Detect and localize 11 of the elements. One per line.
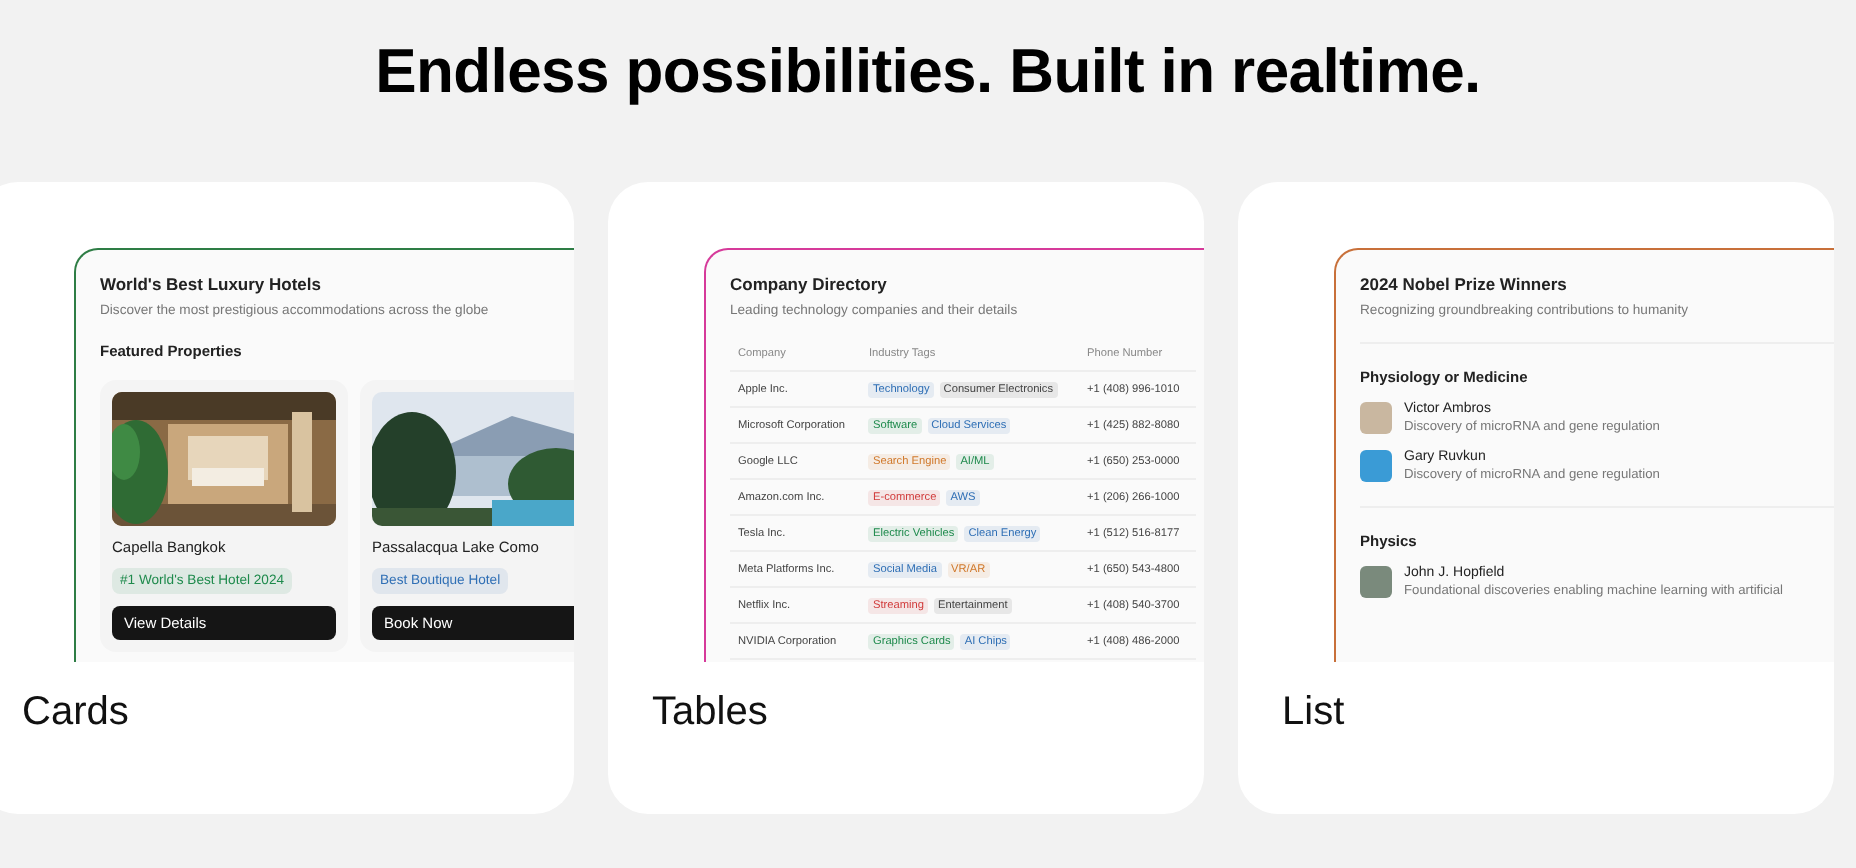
panel-title: World's Best Luxury Hotels (100, 274, 323, 294)
card-label: Tables (652, 690, 770, 736)
showcase-card[interactable] (0, 182, 574, 814)
page-heading: Endless possibilities. Built in realtime. (373, 36, 1483, 108)
avatar-icon (1360, 450, 1392, 482)
avatar-icon (1360, 402, 1392, 434)
panel-title: Company Directory (730, 274, 889, 294)
avatar-icon (1360, 566, 1392, 598)
card-label: List (1282, 690, 1347, 736)
card-label: Cards (22, 690, 131, 736)
panel-title: 2024 Nobel Prize Winners (1360, 274, 1569, 294)
